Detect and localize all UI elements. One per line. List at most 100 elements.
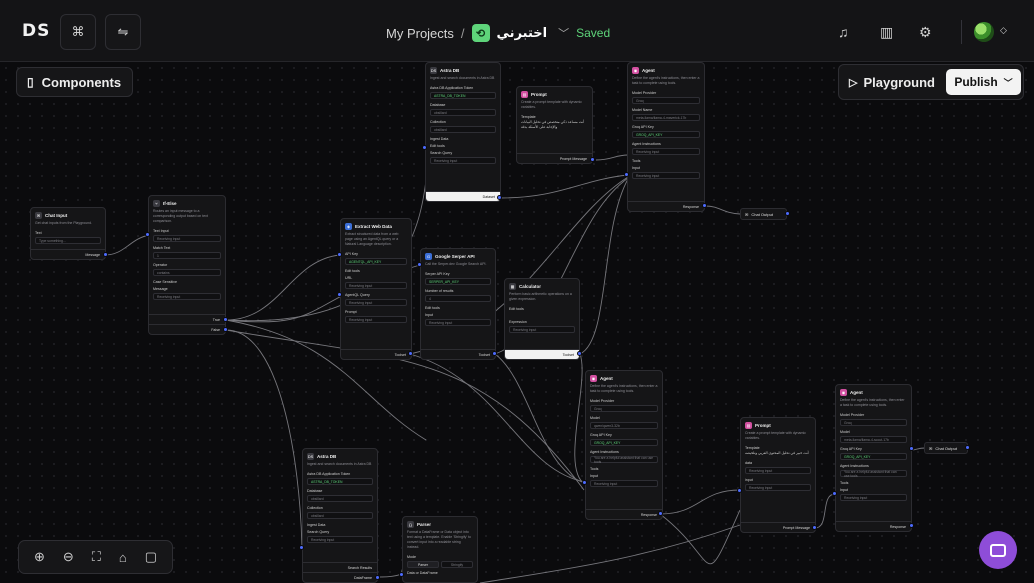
support-chat-button[interactable] (979, 531, 1017, 569)
output-port[interactable] (408, 351, 413, 356)
node-astra-db[interactable]: DS Astra DB Ingest and search documents i… (425, 62, 501, 202)
data-field[interactable]: Receiving input (745, 467, 811, 474)
api-key-field[interactable]: SERPER_API_KEY (425, 278, 491, 285)
output-prompt-message[interactable]: Prompt Message (741, 522, 815, 532)
note-icon[interactable]: ▢ (145, 549, 157, 565)
input-port[interactable] (399, 572, 404, 577)
unlock-icon[interactable]: ⌂ (119, 550, 127, 565)
input-port[interactable] (337, 292, 342, 297)
input-field[interactable]: Receiving input (632, 172, 700, 179)
input-port[interactable] (337, 252, 342, 257)
output-port[interactable] (965, 445, 970, 450)
output-message[interactable]: Message (31, 249, 105, 259)
model-select[interactable]: qwen/qwen3-32b (590, 422, 658, 429)
output-port[interactable] (577, 351, 582, 356)
node-agent[interactable]: ◉ Agent Define the agent's instructions, … (627, 62, 705, 212)
input-port[interactable] (145, 232, 150, 237)
provider-select[interactable]: Groq (632, 97, 700, 104)
components-button[interactable]: ▯ Components (16, 67, 133, 97)
provider-select[interactable]: Groq (840, 419, 907, 426)
operator-select[interactable]: contains (153, 269, 221, 276)
output-search-results[interactable]: Search Results (303, 562, 377, 572)
node-prompt[interactable]: ▤ Prompt Create a prompt template with dy… (740, 417, 816, 533)
output-port[interactable] (103, 252, 108, 257)
node-agent[interactable]: ◉ Agent Define the agent's instructions, … (835, 384, 912, 532)
input-port[interactable] (832, 491, 837, 496)
collection-select[interactable]: obsillard (307, 512, 373, 519)
output-dataframe[interactable]: DataFrame (303, 572, 377, 582)
node-if-else[interactable]: ⑂ If-Else Routes an input message to a co… (148, 195, 226, 335)
api-key-field[interactable]: GROQ_API_KEY (632, 131, 700, 138)
mode-stringify-tab[interactable]: Stringify (441, 561, 473, 568)
instructions-field[interactable]: You are a helpful assistant that can use… (590, 456, 658, 464)
output-port[interactable] (497, 195, 502, 200)
input-port[interactable] (299, 545, 304, 550)
input-port[interactable] (737, 488, 742, 493)
output-toolset[interactable]: Toolset (341, 349, 411, 359)
output-port[interactable] (702, 203, 707, 208)
api-key-field[interactable]: AGENTQL_API_KEY (345, 258, 407, 265)
zoom-in-icon[interactable]: ⊕ (34, 549, 45, 565)
instructions-field[interactable]: You are a helpful assistant that can use… (840, 470, 907, 478)
input-field[interactable]: Receiving input (425, 319, 491, 326)
text-input[interactable]: Type something... (35, 237, 101, 244)
template-text[interactable]: أنت مساعد ذكي متخصص في تحليل البيانات وا… (517, 120, 592, 133)
output-port[interactable] (223, 327, 228, 332)
output-toolset[interactable]: Toolset (421, 349, 495, 359)
token-field[interactable]: ASTRA_DB_TOKEN (430, 92, 496, 99)
output-port[interactable] (785, 211, 790, 216)
output-response[interactable]: Response (586, 509, 662, 519)
results-field[interactable]: 4 (425, 295, 491, 302)
token-field[interactable]: ASTRA_DB_TOKEN (307, 478, 373, 485)
output-port[interactable] (492, 351, 497, 356)
provider-select[interactable]: Groq (590, 405, 658, 412)
output-port[interactable] (909, 446, 914, 451)
instructions-field[interactable]: Receiving input (632, 148, 700, 155)
output-false[interactable]: False (149, 324, 225, 334)
search-query-field[interactable]: Receiving input (430, 157, 496, 164)
template-text[interactable]: أنت خبير في تحليل المحتوى العربي وتلخيصه (741, 451, 815, 459)
output-port[interactable] (590, 157, 595, 162)
text-input-field[interactable]: Receiving input (153, 235, 221, 242)
url-field[interactable]: Receiving input (345, 282, 407, 289)
collection-select[interactable]: obsillard (430, 126, 496, 133)
node-google-serper[interactable]: G Google Serper API Call the Serper.dev G… (420, 248, 496, 360)
output-toolset[interactable]: Toolset (505, 349, 579, 359)
message-field[interactable]: Receiving input (153, 293, 221, 300)
database-select[interactable]: obsillard (307, 495, 373, 502)
model-select[interactable]: meta-llama/llama-4-scout-17b (840, 436, 907, 443)
output-dataset[interactable]: Dataset (426, 191, 500, 201)
match-text-field[interactable]: 1 (153, 252, 221, 259)
node-chat-output[interactable]: ✉ Chat Output (740, 208, 787, 220)
input-port[interactable] (422, 145, 427, 150)
output-true[interactable]: True (149, 314, 225, 324)
node-calculator[interactable]: ▦ Calculator Perform basic arithmetic ope… (504, 278, 580, 360)
node-extract-web-data[interactable]: ◈ Extract Web Data Extract structured dat… (340, 218, 412, 360)
node-chat-output[interactable]: ✉ Chat Output (924, 442, 968, 454)
node-agent[interactable]: ◉ Agent Define the agent's instructions, … (585, 370, 663, 520)
search-query-field[interactable]: Receiving input (307, 536, 373, 543)
output-port[interactable] (658, 511, 663, 516)
output-port[interactable] (909, 523, 914, 528)
fit-view-icon[interactable]: ⛶ (92, 549, 101, 565)
input-field[interactable]: Receiving input (840, 494, 907, 501)
output-prompt-message[interactable]: Prompt Message (517, 153, 592, 163)
node-parser[interactable]: {} Parser Format a DataFrame or Data obje… (402, 516, 478, 583)
node-chat-input[interactable]: ✉ Chat Input Get chat inputs from the Pla… (30, 207, 106, 260)
output-port[interactable] (375, 575, 380, 580)
expression-field[interactable]: Receiving input (509, 326, 575, 333)
prompt-field[interactable]: Receiving input (345, 316, 407, 323)
publish-button[interactable]: Publish ﹀ (946, 69, 1021, 95)
node-prompt[interactable]: ▤ Prompt Create a prompt template with dy… (516, 86, 593, 164)
input-field[interactable]: Receiving input (745, 484, 811, 491)
database-select[interactable]: obsillard (430, 109, 496, 116)
api-key-field[interactable]: GROQ_API_KEY (840, 453, 907, 460)
output-response[interactable]: Response (628, 201, 704, 211)
input-port[interactable] (417, 262, 422, 267)
input-port[interactable] (582, 480, 587, 485)
zoom-out-icon[interactable]: ⊖ (63, 549, 74, 565)
input-port[interactable] (624, 172, 629, 177)
input-field[interactable]: Receiving input (590, 480, 658, 487)
node-astra-db[interactable]: DS Astra DB Ingest and search documents i… (302, 448, 378, 583)
output-port[interactable] (223, 317, 228, 322)
